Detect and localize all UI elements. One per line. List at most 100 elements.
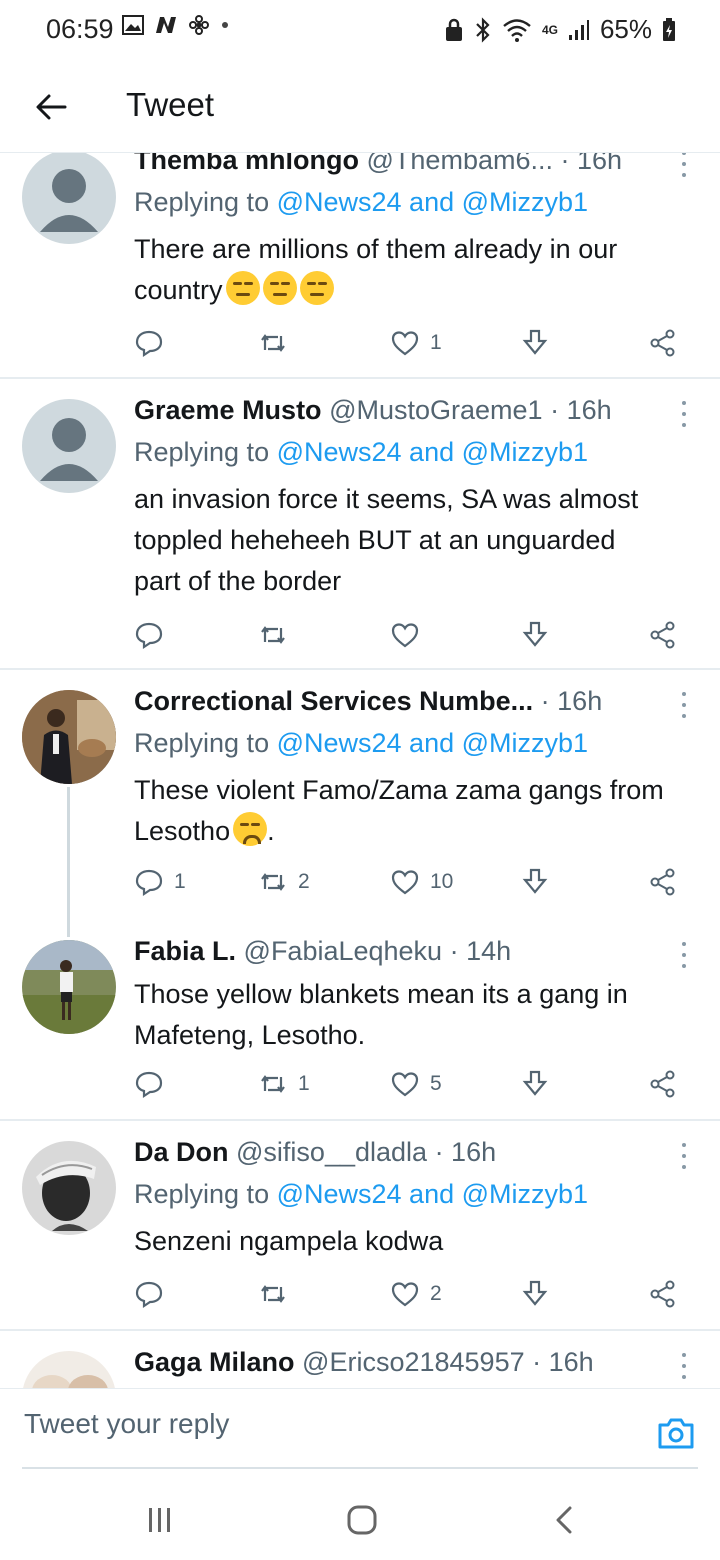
- person-photo: [22, 690, 116, 784]
- share-icon: [650, 868, 675, 896]
- more-options-button[interactable]: [676, 940, 692, 970]
- more-options-button[interactable]: [676, 153, 692, 179]
- retweet-button[interactable]: 2: [258, 862, 310, 902]
- avatar[interactable]: [22, 399, 116, 493]
- reply-icon: [135, 869, 163, 897]
- camera-icon: [658, 1418, 694, 1449]
- display-name[interactable]: Gaga Milano: [134, 1347, 295, 1377]
- reply-button[interactable]: [134, 323, 174, 363]
- tweet[interactable]: Fabia L. @FabiaLeqheku · 14h Those yello…: [0, 920, 720, 1120]
- download-button[interactable]: [520, 323, 550, 363]
- tweet[interactable]: Themba mhlongo @Thembam6... · 16h Replyi…: [0, 153, 720, 378]
- smirk-emoji: [225, 271, 260, 305]
- back-nav-button[interactable]: [544, 1500, 584, 1540]
- camera-button[interactable]: [656, 1413, 696, 1453]
- avatar[interactable]: [22, 940, 116, 1034]
- tweet-header: Gaga Milano @Ericso21845957 · 16h: [134, 1347, 666, 1378]
- like-icon: [391, 1282, 419, 1307]
- person-photo: [22, 1141, 116, 1235]
- download-icon: [522, 1280, 548, 1306]
- display-name[interactable]: Correctional Services Numbe...: [134, 686, 533, 716]
- tweet[interactable]: Da Don @sifiso__dladla · 16h Replying to…: [0, 1121, 720, 1329]
- replying-to: Replying to @News24 and @Mizzyb1: [134, 1179, 589, 1209]
- more-options-button[interactable]: [676, 399, 692, 429]
- dot-icon: [222, 22, 228, 28]
- download-button[interactable]: [520, 1274, 550, 1314]
- replies-feed[interactable]: Themba mhlongo @Thembam6... · 16h Replyi…: [0, 153, 720, 1388]
- handle[interactable]: @FabiaLeqheku: [244, 936, 443, 966]
- more-options-button[interactable]: [676, 1141, 692, 1171]
- reply-composer: [0, 1388, 720, 1469]
- reply-button[interactable]: [134, 1274, 174, 1314]
- page-title: Tweet: [126, 86, 215, 123]
- tweet[interactable]: Gaga Milano @Ericso21845957 · 16h: [0, 1331, 720, 1388]
- retweet-icon: [261, 1075, 285, 1093]
- tweet-text: Senzeni ngampela kodwa: [134, 1226, 444, 1256]
- home-button[interactable]: [342, 1500, 382, 1540]
- tweet[interactable]: Graeme Musto @MustoGraeme1 · 16h Replyin…: [0, 379, 720, 669]
- handle[interactable]: @MustoGraeme1: [329, 395, 542, 425]
- retweet-count: 2: [298, 870, 310, 893]
- replying-to: Replying to @News24 and @Mizzyb1: [134, 437, 589, 467]
- tweet-actions: [134, 615, 694, 655]
- display-name[interactable]: Themba mhlongo: [134, 153, 359, 175]
- avatar[interactable]: [22, 153, 116, 244]
- like-button[interactable]: 1: [390, 323, 442, 363]
- status-right-icons: 4G 65%: [444, 14, 676, 45]
- like-button[interactable]: 5: [390, 1064, 442, 1104]
- more-options-button[interactable]: [676, 1351, 692, 1381]
- handle[interactable]: @sifiso__dladla: [236, 1137, 427, 1167]
- display-name[interactable]: Graeme Musto: [134, 395, 322, 425]
- share-button[interactable]: [648, 323, 678, 363]
- like-icon: [391, 331, 419, 356]
- share-button[interactable]: [648, 1274, 678, 1314]
- lock-icon: [445, 18, 462, 41]
- like-button[interactable]: [390, 615, 430, 655]
- retweet-button[interactable]: [258, 1274, 298, 1314]
- retweet-icon: [261, 1285, 285, 1303]
- like-button[interactable]: 2: [390, 1274, 442, 1314]
- handle[interactable]: @Thembam6...: [367, 153, 553, 175]
- download-button[interactable]: [520, 862, 550, 902]
- fan-icon: [189, 15, 209, 35]
- reply-button[interactable]: 1: [134, 862, 186, 902]
- avatar[interactable]: [22, 1351, 116, 1388]
- tweet[interactable]: Correctional Services Numbe... · 16h Rep…: [0, 670, 720, 920]
- display-name[interactable]: Fabia L.: [134, 936, 236, 966]
- download-icon: [522, 329, 548, 355]
- replying-to-link[interactable]: @News24 and @Mizzyb1: [277, 437, 588, 467]
- back-button[interactable]: [26, 82, 76, 132]
- like-button[interactable]: 10: [390, 862, 453, 902]
- handle[interactable]: @Ericso21845957: [302, 1347, 525, 1377]
- like-icon: [391, 870, 419, 895]
- replying-to-link[interactable]: @News24 and @Mizzyb1: [277, 728, 588, 758]
- replying-to: Replying to @News24 and @Mizzyb1: [134, 728, 589, 758]
- timestamp: · 16h: [434, 1137, 497, 1167]
- reply-input[interactable]: [22, 1403, 626, 1445]
- download-button[interactable]: [520, 615, 550, 655]
- status-time: 06:59: [46, 14, 114, 44]
- display-name[interactable]: Da Don: [134, 1137, 229, 1167]
- download-button[interactable]: [520, 1064, 550, 1104]
- retweet-button[interactable]: [258, 323, 298, 363]
- avatar[interactable]: [22, 1141, 116, 1235]
- replying-to-link[interactable]: @News24 and @Mizzyb1: [277, 1179, 588, 1209]
- more-options-button[interactable]: [676, 690, 692, 720]
- share-button[interactable]: [648, 1064, 678, 1104]
- reply-icon: [135, 622, 163, 650]
- reply-button[interactable]: [134, 615, 174, 655]
- share-button[interactable]: [648, 615, 678, 655]
- default-avatar-icon: [40, 169, 98, 232]
- timestamp: · 16h: [540, 686, 603, 716]
- share-button[interactable]: [648, 862, 678, 902]
- recents-button[interactable]: [140, 1500, 180, 1540]
- tweet-header: Themba mhlongo @Thembam6... · 16h: [134, 153, 666, 176]
- person-photo: [22, 1351, 116, 1388]
- retweet-button[interactable]: 1: [258, 1064, 310, 1104]
- avatar[interactable]: [22, 690, 116, 784]
- replying-to-link[interactable]: @News24 and @Mizzyb1: [277, 187, 588, 217]
- retweet-button[interactable]: [258, 615, 298, 655]
- reply-button[interactable]: [134, 1064, 174, 1104]
- timestamp: · 16h: [560, 153, 623, 175]
- app-bar: Tweet: [0, 60, 720, 153]
